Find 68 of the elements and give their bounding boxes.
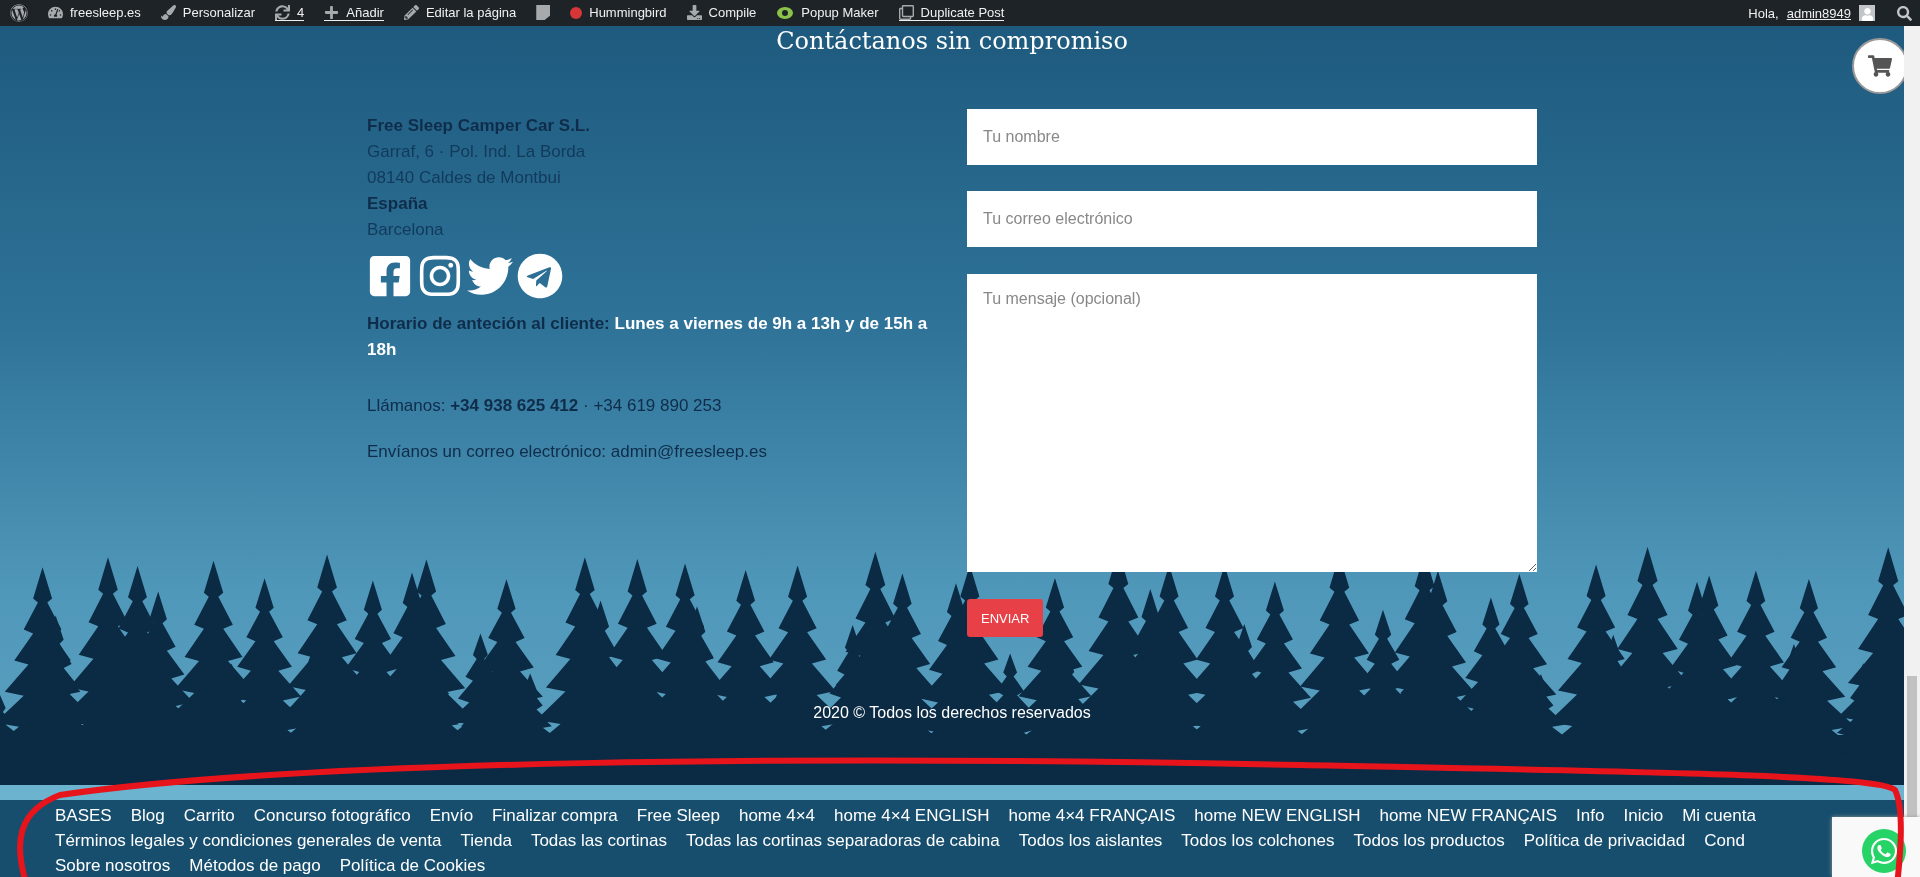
menu-link[interactable]: Free Sleep	[636, 803, 720, 828]
wordpress-icon	[10, 3, 28, 22]
search-icon[interactable]	[1897, 5, 1912, 21]
cart-icon	[1868, 54, 1892, 78]
section-heading: Contáctanos sin compromiso	[775, 26, 1129, 56]
greeting-text: Hola,	[1748, 5, 1779, 21]
admin-bar-link[interactable]: Hummingbird	[570, 5, 667, 21]
gauge-icon	[48, 5, 63, 20]
menu-link[interactable]: BASES	[55, 803, 112, 828]
menu-link[interactable]: home 4×4	[738, 803, 816, 828]
menu-link[interactable]: Info	[1576, 803, 1605, 828]
download-icon	[686, 5, 702, 20]
admin-bar-link[interactable]: freesleep.es	[48, 5, 141, 21]
admin-bar-icon-link[interactable]	[10, 3, 28, 23]
instagram-icon[interactable]	[417, 253, 463, 299]
menu-link[interactable]: Todos los productos	[1353, 828, 1505, 853]
menu-link[interactable]: Sobre nosotros	[55, 853, 171, 877]
menu-link[interactable]: Términos legales y condiciones generales de venta	[55, 828, 442, 853]
menu-link[interactable]: Blog	[130, 803, 165, 828]
submit-button[interactable]: ENVIAR	[967, 599, 1044, 637]
menu-link[interactable]: Finalizar compra	[492, 803, 618, 828]
admin-bar-link[interactable]: 4	[275, 5, 305, 21]
menu-link[interactable]: home NEW FRANÇAIS	[1379, 803, 1558, 828]
menu-link[interactable]: Inicio	[1623, 803, 1664, 828]
username-link[interactable]: admin8949	[1786, 5, 1851, 21]
status-dot-icon	[570, 6, 583, 19]
admin-bar-link[interactable]: Personalizar	[160, 5, 256, 21]
admin-bar-link[interactable]: Duplicate Post	[898, 5, 1005, 21]
facebook-icon[interactable]	[367, 253, 413, 299]
menu-link[interactable]: Cond	[1704, 828, 1745, 853]
menu-link[interactable]: Todos los aislantes	[1018, 828, 1163, 853]
menu-link[interactable]: Política de privacidad	[1523, 828, 1686, 853]
avatar-icon	[1859, 5, 1875, 21]
admin-bar-link[interactable]: Popup Maker	[776, 5, 879, 21]
admin-bar-link[interactable]: Compile	[686, 5, 757, 21]
address-line: España	[367, 193, 429, 215]
refresh-icon	[275, 5, 291, 20]
menu-link[interactable]: Mi cuenta	[1682, 803, 1756, 828]
brush-icon	[160, 5, 176, 20]
menu-link[interactable]: Todos los colchones	[1181, 828, 1335, 853]
menu-link[interactable]: home 4×4 FRANÇAIS	[1008, 803, 1176, 828]
admin-bar-icon-link[interactable]	[536, 5, 551, 21]
menu-link[interactable]: Concurso fotográfico	[253, 803, 411, 828]
hours-text: Horario de anteción al cliente: Lunes a viernes de 9h a 13h y de 15h a 18h	[367, 313, 929, 361]
yoast-icon	[536, 5, 551, 20]
menu-link[interactable]: Métodos de pago	[189, 853, 321, 877]
copy-icon	[898, 5, 914, 20]
input-field[interactable]: Tu correo electrónico	[967, 191, 1537, 247]
input-field[interactable]: Tu nombre	[967, 109, 1537, 165]
popup-icon	[776, 5, 795, 20]
menu-link[interactable]: home 4×4 ENGLISH	[834, 803, 990, 828]
menu-link[interactable]: Envío	[429, 803, 474, 828]
plus-icon	[324, 5, 340, 20]
message-field[interactable]: Tu mensaje (opcional)	[967, 274, 1537, 572]
admin-bar-link[interactable]: Editar la página	[403, 5, 517, 21]
email-text: Envíanos un correo electrónico: admin@freesleep.es	[367, 441, 768, 463]
menu-link[interactable]: Política de Cookies	[339, 853, 486, 877]
phone-text: Llámanos: +34 938 625 412 · +34 619 890 253	[367, 395, 723, 417]
menu-link[interactable]: Tienda	[460, 828, 512, 853]
address-line: Free Sleep Camper Car S.L.	[367, 115, 591, 137]
menu-link[interactable]: Todas las cortinas separadoras de cabina	[685, 828, 1000, 853]
telegram-icon[interactable]	[517, 253, 563, 299]
menu-link[interactable]: Carrito	[183, 803, 235, 828]
pencil-icon	[403, 5, 419, 20]
menu-link[interactable]: Todas las cortinas	[530, 828, 667, 853]
copyright-text: 2020 © Todos los derechos reservados	[812, 704, 1092, 722]
menu-link[interactable]: home NEW ENGLISH	[1194, 803, 1361, 828]
admin-bar-link[interactable]: Añadir	[324, 5, 384, 21]
